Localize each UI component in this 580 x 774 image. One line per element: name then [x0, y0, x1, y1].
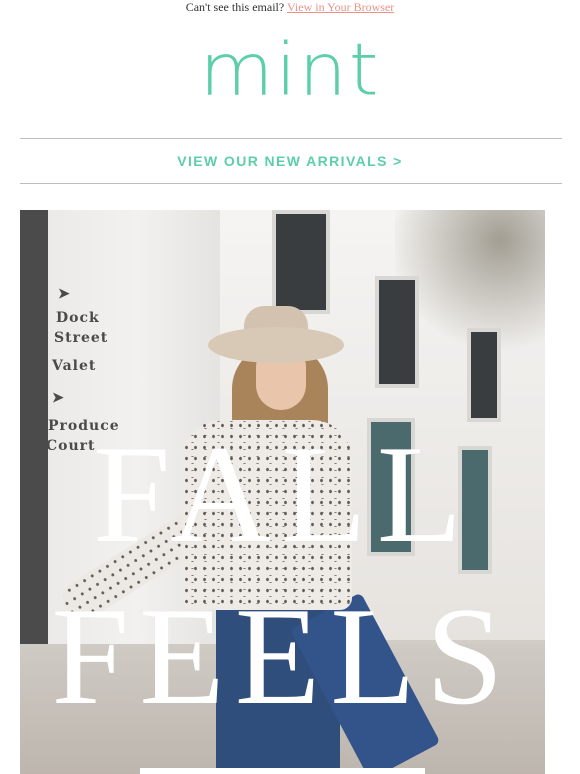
hero-headline-line1: FALL — [92, 417, 473, 572]
divider-top — [20, 138, 562, 139]
arrow-left-icon: ➤ — [58, 286, 71, 302]
hero-headline-line2: FEELS — [51, 579, 514, 734]
view-new-arrivals-link[interactable]: VIEW OUR NEW ARRIVALS > — [0, 150, 580, 172]
hero-window — [375, 276, 419, 388]
brand-logo[interactable]: mint — [0, 32, 580, 108]
hero-window — [272, 210, 330, 314]
divider-bottom — [20, 183, 562, 184]
model-hat-brim — [208, 327, 344, 363]
view-in-browser-link[interactable]: View in Your Browser — [287, 0, 394, 14]
hero-cta-strip[interactable] — [140, 768, 425, 774]
hero-window — [467, 328, 501, 422]
sign-street: Street — [54, 330, 109, 346]
preheader: Can't see this email? View in Your Brows… — [0, 0, 580, 14]
preheader-text: Can't see this email? — [185, 0, 285, 14]
sign-dock: Dock — [56, 310, 100, 326]
sign-valet: Valet — [52, 358, 97, 374]
hero-banner[interactable]: ➤ Dock Street Valet ➤ Produce Court FALL… — [20, 210, 545, 774]
arrow-right-icon: ➤ — [52, 390, 65, 406]
